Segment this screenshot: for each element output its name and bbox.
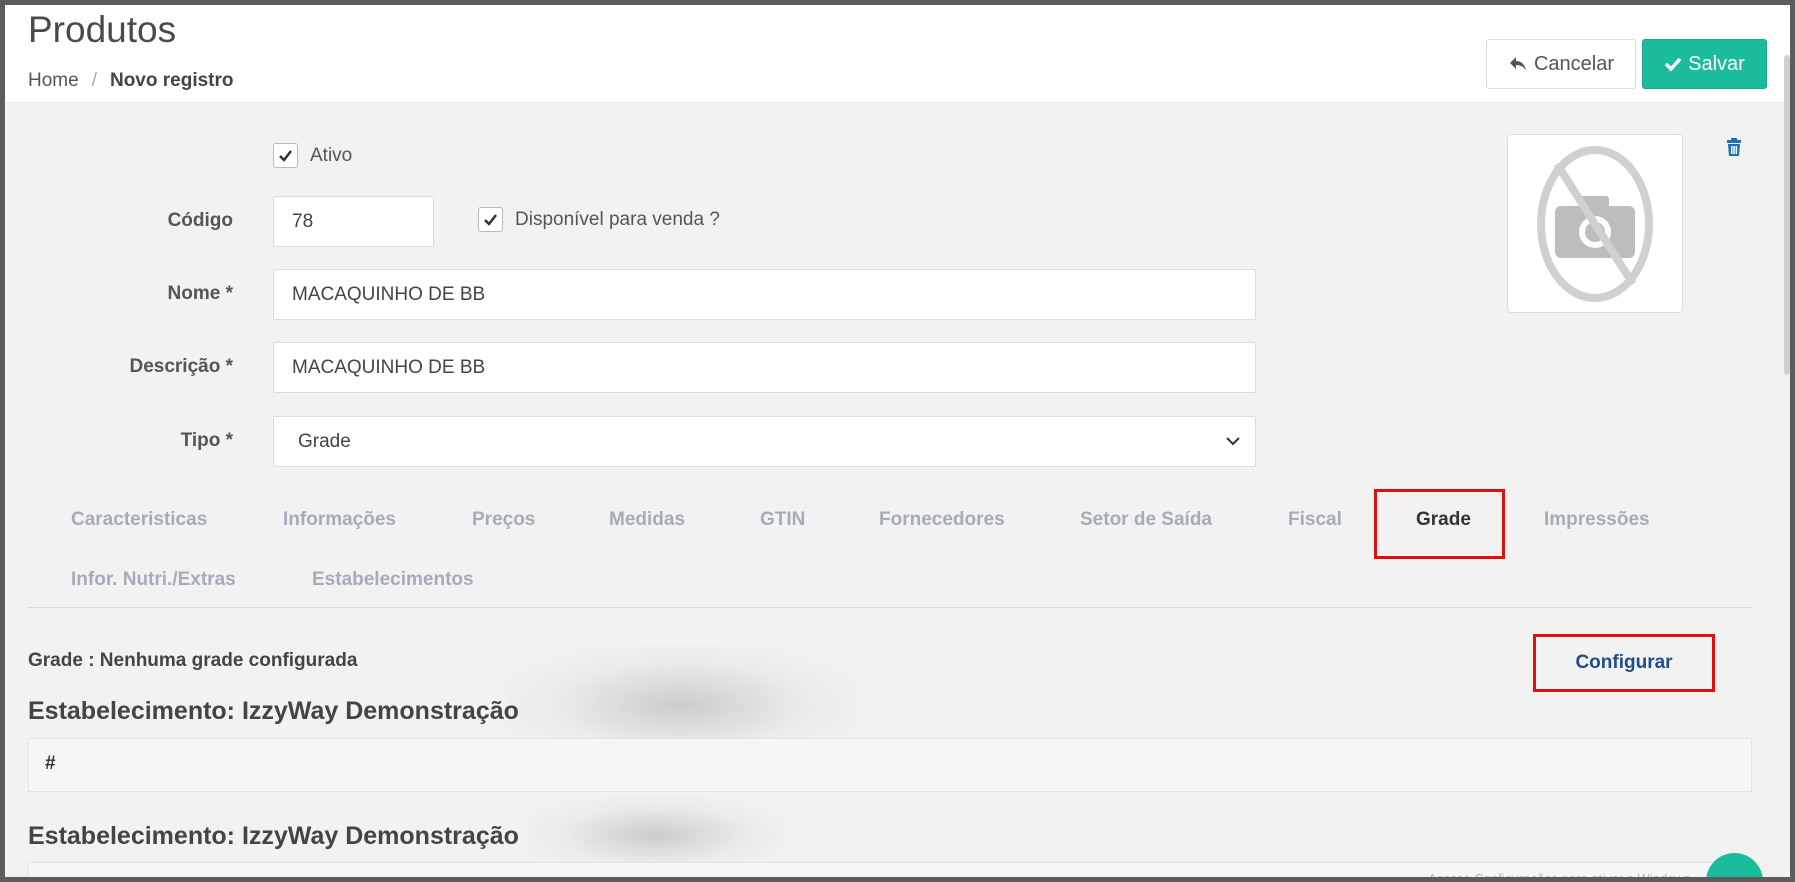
breadcrumb: Home / Novo registro [28,70,234,92]
codigo-input[interactable]: 78 [273,196,434,247]
save-button[interactable]: Salvar [1642,39,1767,89]
chat-widget-button[interactable] [1706,853,1763,877]
tabs-divider [28,607,1752,608]
establishment-title: Estabelecimento: IzzyWay Demonstração [28,822,519,850]
tab-grade[interactable]: Grade [1416,509,1471,531]
check-icon [484,214,497,226]
windows-activation-watermark: Acesse Configurações para ativar o Windo… [1428,871,1694,882]
ativo-checkbox[interactable] [273,143,298,168]
tipo-select[interactable]: Grade [273,416,1256,467]
descricao-input[interactable]: MACAQUINHO DE BB [273,342,1256,393]
no-photo-icon [1537,145,1653,302]
tab-estabelecimentos[interactable]: Estabelecimentos [312,569,474,591]
delete-photo-button[interactable] [1726,138,1742,161]
disponivel-checkbox[interactable] [478,207,503,232]
tab-infor-nutri-extras[interactable]: Infor. Nutri./Extras [71,569,236,591]
check-icon [1664,57,1682,72]
configure-button[interactable]: Configurar [1533,634,1715,692]
disponivel-label: Disponível para venda ? [515,208,720,230]
ativo-row: Ativo [273,143,352,168]
establishment-title: Estabelecimento: IzzyWay Demonstração [28,697,519,725]
tipo-value: Grade [298,430,351,452]
trash-icon [1727,138,1741,156]
cancel-label: Cancelar [1533,52,1615,75]
check-icon [279,150,292,162]
tab-precos[interactable]: Preços [472,509,535,531]
tipo-label: Tipo * [180,430,233,451]
ativo-label: Ativo [310,144,353,166]
tab-gtin[interactable]: GTIN [760,509,805,531]
breadcrumb-separator: / [91,70,97,91]
nome-label: Nome * [167,283,233,304]
tab-fornecedores[interactable]: Fornecedores [879,509,1005,531]
disponivel-row: Disponível para venda ? [478,207,720,232]
grade-info-text: Grade : Nenhuma grade configurada [28,650,358,671]
breadcrumb-home[interactable]: Home [28,70,79,91]
scrollbar[interactable] [1784,55,1790,375]
product-photo[interactable] [1507,134,1683,313]
tab-caracteristicas[interactable]: Caracteristicas [71,509,207,531]
descricao-label: Descrição * [129,356,233,377]
tab-setor-de-saida[interactable]: Setor de Saída [1080,509,1212,531]
tab-fiscal[interactable]: Fiscal [1288,509,1342,531]
nome-input[interactable]: MACAQUINHO DE BB [273,269,1256,320]
grade-table: # [28,738,1752,792]
undo-arrow-icon [1509,57,1526,71]
page-title: Produtos [28,9,177,50]
page-header: Produtos Home / Novo registro Cancelar Sal… [5,5,1790,103]
breadcrumb-current: Novo registro [109,70,234,91]
tab-impressoes[interactable]: Impressões [1544,509,1650,531]
app-frame: Produtos Home / Novo registro Cancelar Sal… [0,0,1795,882]
codigo-label: Código [167,210,233,231]
save-label: Salvar [1688,52,1745,75]
tab-informacoes[interactable]: Informações [283,509,396,531]
tab-medidas[interactable]: Medidas [609,509,685,531]
chevron-down-icon [1226,437,1240,446]
cancel-button[interactable]: Cancelar [1486,39,1636,89]
table-header-hash: # [45,753,56,774]
